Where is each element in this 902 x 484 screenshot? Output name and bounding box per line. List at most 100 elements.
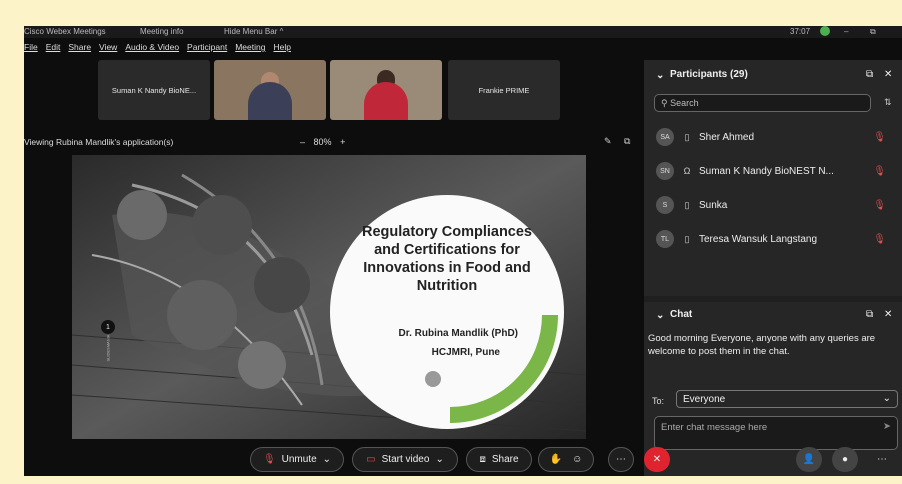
chevron-down-icon: ⌄ [435, 454, 444, 465]
popout-icon[interactable]: ⧉ [866, 309, 873, 320]
meeting-timer: 37:07 [790, 27, 811, 36]
slide-title: Regulatory Compliances and Certification… [361, 224, 532, 294]
app-title: Cisco Webex Meetings [24, 27, 106, 36]
emoji-icon[interactable]: ☺ [572, 454, 582, 465]
slide-number: 1 [101, 320, 115, 334]
share-label: Share [491, 454, 519, 465]
zoom-control: – 80% + [300, 137, 345, 147]
close-icon[interactable]: ✕ [884, 69, 892, 80]
end-meeting-button[interactable]: ✕ [644, 447, 670, 472]
headset-icon: Ω [683, 166, 691, 176]
close-icon[interactable]: ✕ [884, 309, 892, 320]
title-bar: Cisco Webex Meetings Meeting info Hide M… [24, 26, 902, 38]
menu-view[interactable]: View [99, 42, 117, 56]
people-icon: 👤 [802, 454, 816, 465]
meeting-info-link[interactable]: Meeting info [140, 27, 184, 36]
tile-name: Suman K Nandy BioNE... [111, 85, 197, 95]
menu-bar: File Edit Share View Audio & Video Parti… [24, 42, 291, 56]
share-button[interactable]: ⧈ Share [466, 447, 532, 472]
menu-file[interactable]: File [24, 42, 38, 56]
popout-icon[interactable]: ⧉ [624, 136, 630, 147]
participant-name: Teresa Wansuk Langstang [699, 233, 818, 245]
chat-icon: ● [841, 454, 849, 465]
participants-title: Participants (29) [670, 69, 748, 80]
right-panel: ⌄ Participants (29) ⧉ ✕ ⚲ Search ⇅ SA ▯ … [644, 60, 902, 476]
video-off-icon: ▭ [366, 454, 376, 465]
chat-title: Chat [670, 309, 693, 320]
unmute-button[interactable]: 🎙 Unmute ⌄ [250, 447, 344, 472]
status-icon [820, 26, 830, 36]
video-tile-suman[interactable]: Suman K Nandy BioNE... [98, 60, 210, 120]
slide-author: Dr. Rubina Mandlik (PhD) [398, 328, 518, 339]
chevron-down-icon[interactable]: ⌄ [656, 310, 664, 321]
avatar: SA [656, 128, 674, 146]
chevron-down-icon: ⌄ [322, 454, 332, 465]
participants-panel: ⌄ Participants (29) ⧉ ✕ ⚲ Search ⇅ SA ▯ … [644, 60, 902, 296]
to-label: To: [652, 396, 665, 406]
hide-menu-bar-button[interactable]: Hide Menu Bar ^ [224, 27, 283, 36]
device-icon: ▯ [684, 233, 690, 244]
more-icon: ⋯ [616, 454, 626, 465]
chevron-down-icon[interactable]: ⌄ [656, 70, 664, 81]
mic-muted-icon[interactable]: 🎙 [873, 234, 886, 245]
window-icon[interactable]: ⧉ [870, 27, 876, 37]
mic-muted-icon[interactable]: 🎙 [873, 166, 886, 177]
participant-row[interactable]: SN Ω Suman K Nandy BioNEST N... 🎙 [656, 160, 896, 182]
search-placeholder: Search [670, 98, 699, 108]
participant-search-input[interactable]: ⚲ Search [654, 94, 871, 112]
close-icon: ✕ [652, 454, 662, 465]
avatar: SN [656, 162, 674, 180]
raise-hand-icon[interactable]: ✋ [550, 454, 562, 465]
more-icon: ⋯ [877, 454, 887, 465]
minimize-icon[interactable]: – [844, 27, 848, 36]
participant-name: Sher Ahmed [699, 131, 755, 143]
tile-name: Frankie PRIME [478, 85, 530, 95]
menu-meeting[interactable]: Meeting [235, 42, 265, 56]
chevron-down-icon: ⌄ [882, 393, 891, 404]
participant-body [248, 82, 292, 120]
menu-help[interactable]: Help [273, 42, 290, 56]
unmute-label: Unmute [281, 454, 317, 465]
search-icon: ⚲ [661, 98, 668, 108]
zoom-value: 80% [313, 137, 332, 147]
participant-row[interactable]: SA ▯ Sher Ahmed 🎙 [656, 126, 896, 148]
video-tile-participant[interactable] [214, 60, 326, 120]
mic-muted-icon[interactable]: 🎙 [873, 132, 886, 143]
zoom-out-button[interactable]: – [300, 137, 305, 147]
grey-dot [425, 371, 441, 387]
participant-row[interactable]: TL ▯ Teresa Wansuk Langstang 🎙 [656, 228, 896, 250]
sort-icon[interactable]: ⇅ [884, 97, 892, 108]
more-options-button[interactable]: ⋯ [608, 447, 634, 472]
recipient-value: Everyone [683, 394, 726, 405]
mic-muted-icon[interactable]: 🎙 [873, 200, 886, 211]
menu-edit[interactable]: Edit [46, 42, 61, 56]
more-panels-button[interactable]: ⋯ [872, 447, 892, 472]
popout-icon[interactable]: ⧉ [866, 69, 873, 80]
menu-share[interactable]: Share [68, 42, 91, 56]
mic-muted-icon: 🎙 [262, 454, 276, 465]
slide-org: HCJMRI, Pune [431, 347, 500, 358]
participants-toggle-button[interactable]: 👤 [796, 447, 822, 472]
menu-audio-video[interactable]: Audio & Video [125, 42, 179, 56]
chat-placeholder: Enter chat message here [661, 422, 768, 433]
chat-toggle-button[interactable]: ● [832, 447, 858, 472]
chat-message: Good morning Everyone, anyone with any q… [648, 333, 876, 357]
webex-window: Cisco Webex Meetings Meeting info Hide M… [24, 26, 902, 476]
device-icon: ▯ [684, 199, 690, 210]
start-video-label: Start video [381, 454, 430, 465]
video-tile-participant-2[interactable] [330, 60, 442, 120]
participant-body [364, 82, 408, 120]
device-icon: ▯ [684, 131, 690, 142]
viewing-label: Viewing Rubina Mandlik's application(s) [24, 137, 174, 147]
start-video-button[interactable]: ▭ Start video ⌄ [352, 447, 458, 472]
slide-side-label: SLIDESMANIA [105, 334, 111, 362]
participant-row[interactable]: S ▯ Sunka 🎙 [656, 194, 896, 216]
avatar: S [656, 196, 674, 214]
menu-participant[interactable]: Participant [187, 42, 227, 56]
reactions-group[interactable]: ✋ ☺ [538, 447, 594, 472]
video-tile-frankie[interactable]: Frankie PRIME [448, 60, 560, 120]
annotate-icon[interactable]: ✎ [604, 136, 612, 147]
recipient-select[interactable]: Everyone ⌄ [676, 390, 898, 408]
zoom-in-button[interactable]: + [340, 137, 345, 147]
send-icon[interactable]: ➤ [883, 421, 891, 432]
